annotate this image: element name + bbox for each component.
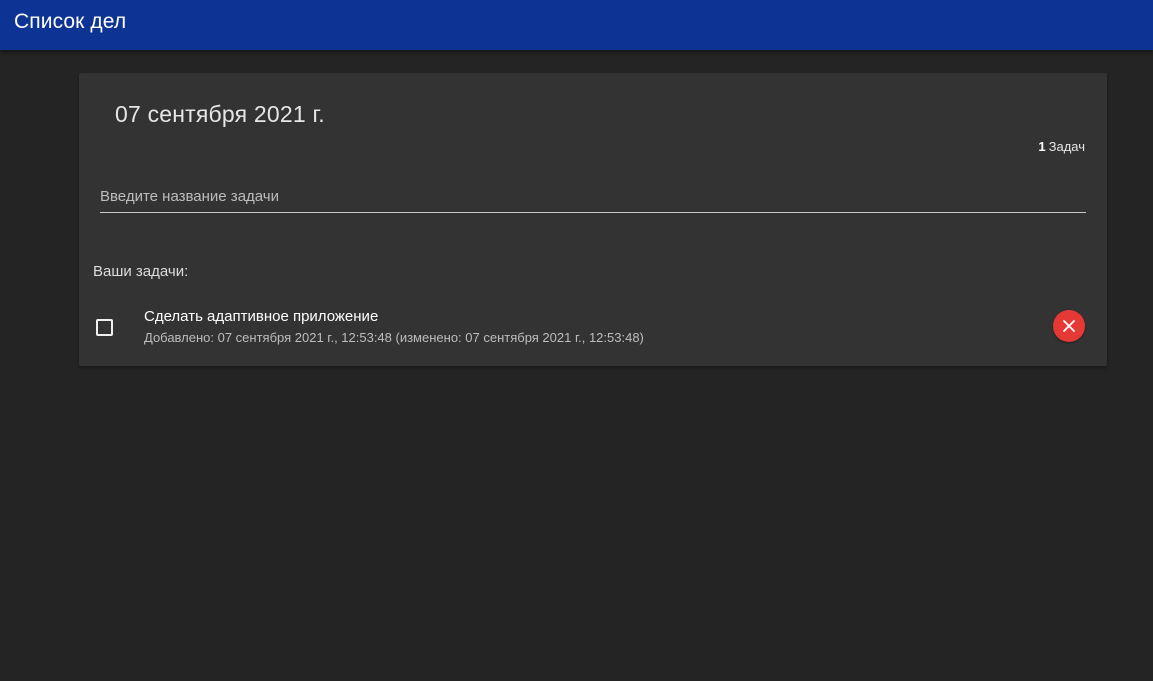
task-count: 1 [1038, 139, 1046, 154]
task-timestamp: Добавлено: 07 сентября 2021 г., 12:53:48… [144, 330, 644, 345]
task-count-label: Задач [1048, 139, 1085, 154]
tasks-section-label: Ваши задачи: [93, 263, 189, 280]
close-icon [1062, 319, 1076, 333]
new-task-input[interactable] [100, 181, 1086, 211]
task-counter: 1 Задач [1038, 139, 1085, 154]
todo-card: 07 сентября 2021 г. 1Задач Ваши задачи: … [79, 73, 1107, 366]
task-checkbox[interactable] [96, 319, 113, 336]
app-bar: Список дел [0, 0, 1153, 50]
app-title: Список дел [14, 10, 127, 33]
date-heading: 07 сентября 2021 г. [115, 101, 325, 127]
task-list-item: Сделать адаптивное приложение Добавлено:… [79, 298, 1107, 354]
task-title: Сделать адаптивное приложение [144, 308, 379, 325]
new-task-field [100, 181, 1086, 213]
delete-task-button[interactable] [1053, 310, 1085, 342]
